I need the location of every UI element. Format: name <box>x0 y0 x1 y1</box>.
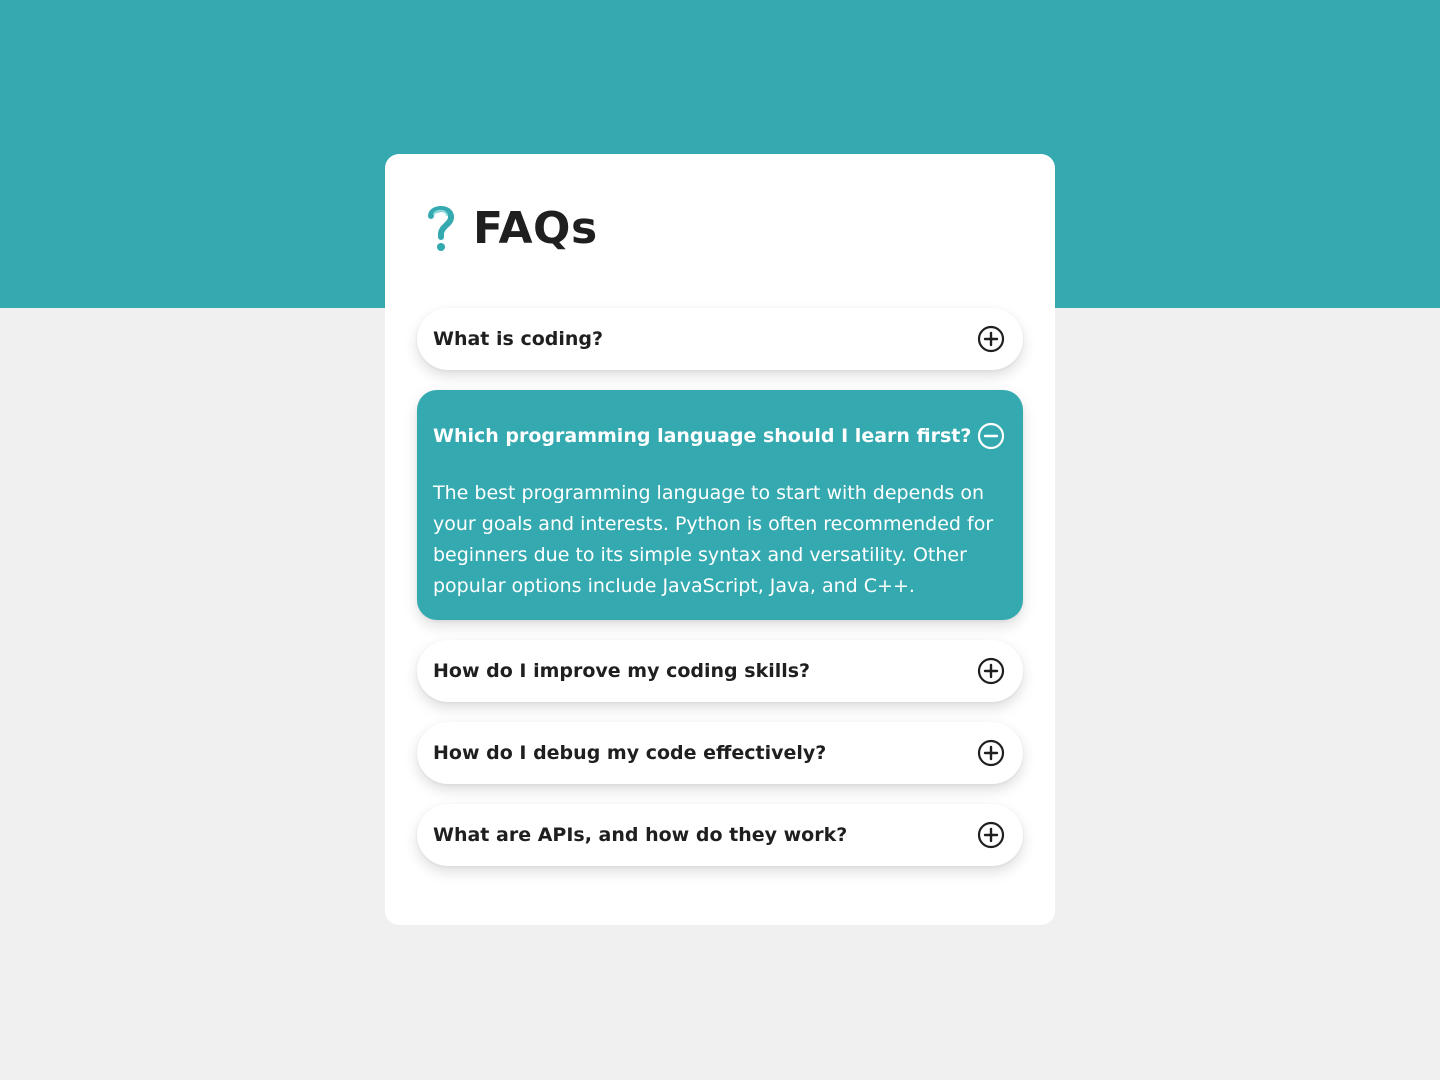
faq-card: FAQs What is coding? Which programming l… <box>385 154 1055 925</box>
question-mark-icon <box>428 206 455 251</box>
plus-circle-icon[interactable] <box>977 325 1005 353</box>
faq-item-what-is-coding[interactable]: What is coding? <box>417 308 1023 370</box>
faq-question-row[interactable]: What are APIs, and how do they work? <box>433 804 1005 866</box>
minus-circle-icon[interactable] <box>977 422 1005 450</box>
faq-question: How do I debug my code effectively? <box>433 742 827 764</box>
plus-circle-icon[interactable] <box>977 821 1005 849</box>
faq-question: How do I improve my coding skills? <box>433 660 811 682</box>
faq-question-row[interactable]: How do I debug my code effectively? <box>433 722 1005 784</box>
faq-question: What is coding? <box>433 328 604 350</box>
faq-question-row[interactable]: What is coding? <box>433 308 1005 370</box>
faq-item-apis[interactable]: What are APIs, and how do they work? <box>417 804 1023 866</box>
faq-answer: The best programming language to start w… <box>433 482 994 597</box>
plus-circle-icon[interactable] <box>977 657 1005 685</box>
faq-question-row[interactable]: How do I improve my coding skills? <box>433 640 1005 702</box>
faq-question-row[interactable]: Which programming language should I lear… <box>433 390 1005 482</box>
faq-question: What are APIs, and how do they work? <box>433 824 848 846</box>
faq-question: Which programming language should I lear… <box>433 425 972 447</box>
faq-item-debug-code[interactable]: How do I debug my code effectively? <box>417 722 1023 784</box>
faq-item-improve-skills[interactable]: How do I improve my coding skills? <box>417 640 1023 702</box>
page-title: FAQs <box>473 202 598 254</box>
plus-circle-icon[interactable] <box>977 739 1005 767</box>
faq-header: FAQs <box>425 198 598 258</box>
faq-item-first-language[interactable]: Which programming language should I lear… <box>417 390 1023 620</box>
faq-list: What is coding? Which programming langua… <box>417 308 1023 866</box>
